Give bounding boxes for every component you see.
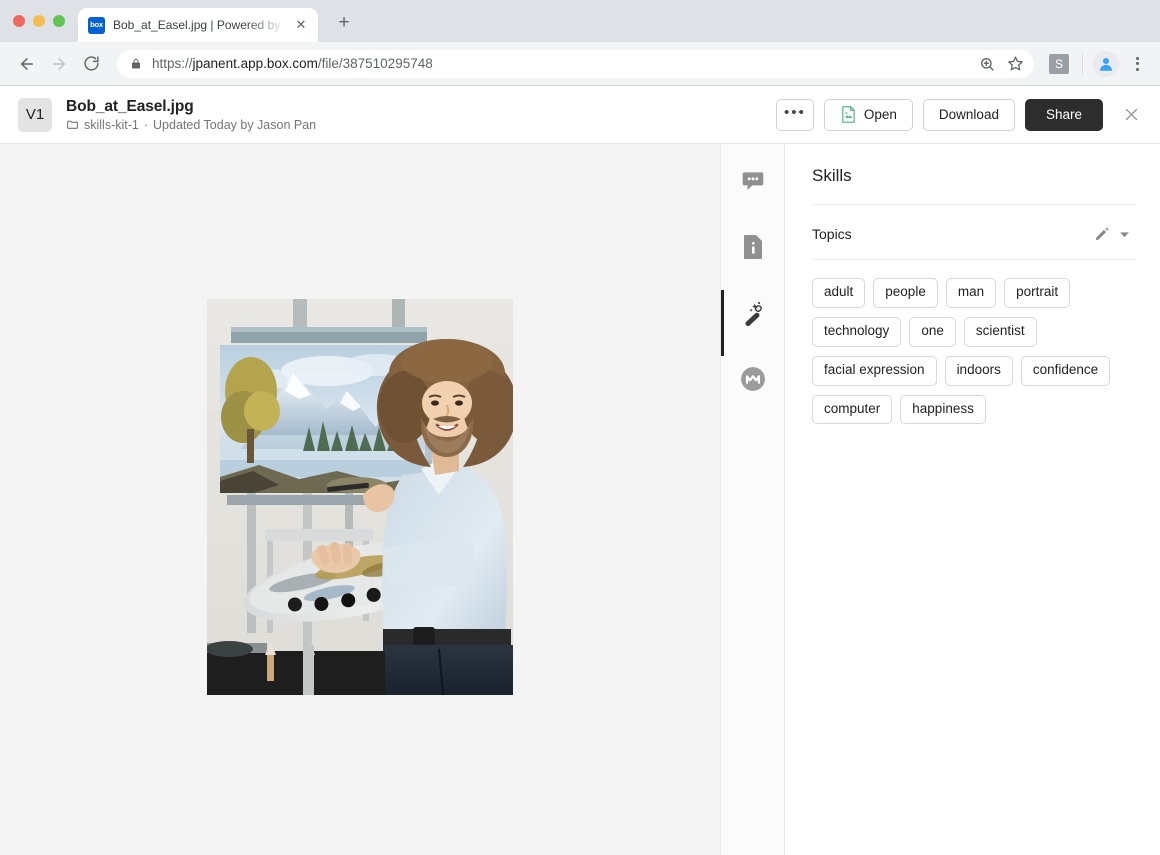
lock-icon (132, 58, 140, 68)
topic-tag[interactable]: scientist (963, 316, 1037, 347)
url-host: jpanent.app.box.com (192, 56, 318, 71)
folder-name[interactable]: skills-kit-1 (84, 118, 139, 132)
sidebar-item-comments[interactable] (729, 158, 777, 204)
topic-tag[interactable]: indoors (944, 355, 1013, 386)
address-bar[interactable]: https://jpanent.app.box.com/file/3875102… (117, 49, 1034, 78)
file-info-icon (743, 235, 762, 259)
browser-toolbar: https://jpanent.app.box.com/file/3875102… (0, 42, 1160, 86)
chevron-down-icon[interactable] (1113, 223, 1135, 245)
topic-tag[interactable]: confidence (1020, 355, 1111, 386)
toolbar-divider (1082, 53, 1083, 74)
meta-separator: · (143, 117, 149, 132)
box-favicon-icon: box (88, 16, 105, 34)
favicon-label: box (90, 20, 103, 30)
topic-tag[interactable]: computer (812, 394, 893, 425)
tab-strip: box Bob_at_Easel.jpg | Powered by ✕ + (0, 0, 1160, 42)
reload-button[interactable] (76, 49, 106, 79)
window-controls (13, 15, 65, 27)
file-header: V1 Bob_at_Easel.jpg skills-kit-1 · Updat… (0, 86, 1160, 144)
header-actions: ••• Open Download Share (775, 98, 1146, 131)
extension-badge-icon[interactable]: S (1049, 53, 1069, 74)
tab-title: Bob_at_Easel.jpg | Powered by (113, 18, 281, 32)
topic-tag[interactable]: portrait (1004, 278, 1071, 308)
open-button[interactable]: Open (823, 98, 913, 131)
updated-text: Updated Today by Jason Pan (153, 117, 317, 132)
download-button[interactable]: Download (922, 98, 1015, 131)
bookmark-star-icon[interactable] (1002, 51, 1028, 77)
url-scheme: https:// (152, 56, 193, 71)
zoom-icon[interactable] (974, 51, 1000, 77)
skills-sidebar: Skills Topics adult people man portrait … (785, 144, 1160, 855)
topic-tags: adult people man portrait technology one… (812, 260, 1135, 425)
browser-window: box Bob_at_Easel.jpg | Powered by ✕ + ht… (0, 0, 1160, 855)
omnibox-icons (974, 51, 1028, 77)
topic-tag[interactable]: technology (812, 316, 902, 347)
close-window-button[interactable] (13, 15, 25, 27)
forward-button[interactable] (44, 49, 74, 79)
share-button[interactable]: Share (1024, 98, 1103, 131)
new-tab-button[interactable]: + (330, 9, 358, 37)
magic-wand-icon (744, 301, 762, 326)
topics-label: Topics (812, 226, 852, 242)
topic-tag[interactable]: man (945, 278, 997, 308)
user-icon (1100, 57, 1112, 71)
bob-ross-photo (207, 299, 513, 695)
profile-avatar[interactable] (1093, 50, 1119, 77)
metadata-icon (740, 367, 765, 391)
maximize-window-button[interactable] (53, 15, 65, 27)
topic-tag[interactable]: adult (812, 278, 866, 308)
close-tab-icon[interactable]: ✕ (292, 16, 310, 34)
content-area: Skills Topics adult people man portrait … (0, 144, 1160, 855)
version-badge[interactable]: V1 (18, 97, 52, 132)
more-options-button[interactable]: ••• (775, 98, 814, 131)
browser-tab[interactable]: box Bob_at_Easel.jpg | Powered by ✕ (78, 8, 318, 42)
sidebar-rail (720, 144, 785, 855)
comment-icon (742, 172, 763, 190)
topic-tag[interactable]: facial expression (812, 355, 937, 386)
sidebar-title: Skills (812, 166, 852, 185)
topics-section-header: Topics (812, 205, 1135, 259)
topic-tag[interactable]: one (909, 316, 956, 347)
page-title: Bob_at_Easel.jpg (66, 97, 194, 115)
url-text: https://jpanent.app.box.com/file/3875102… (152, 56, 964, 71)
url-path: /file/387510295748 (317, 56, 433, 71)
chrome-menu-button[interactable] (1124, 51, 1150, 77)
file-preview-pane[interactable] (0, 144, 721, 855)
file-meta: Bob_at_Easel.jpg skills-kit-1 · Updated … (66, 98, 776, 132)
image-file-icon (842, 106, 855, 123)
folder-icon (67, 120, 78, 129)
pencil-icon[interactable] (1091, 223, 1113, 245)
file-subtitle: skills-kit-1 · Updated Today by Jason Pa… (66, 118, 776, 132)
topic-tag[interactable]: happiness (900, 394, 986, 425)
sidebar-item-metadata[interactable] (729, 356, 777, 402)
open-label: Open (863, 107, 897, 122)
close-preview-icon[interactable] (1116, 100, 1146, 130)
minimize-window-button[interactable] (33, 15, 45, 27)
image-preview (207, 299, 513, 695)
topic-tag[interactable]: people (873, 278, 938, 308)
back-button[interactable] (12, 49, 42, 79)
sidebar-item-skills[interactable] (720, 290, 777, 356)
sidebar-item-details[interactable] (729, 224, 777, 270)
